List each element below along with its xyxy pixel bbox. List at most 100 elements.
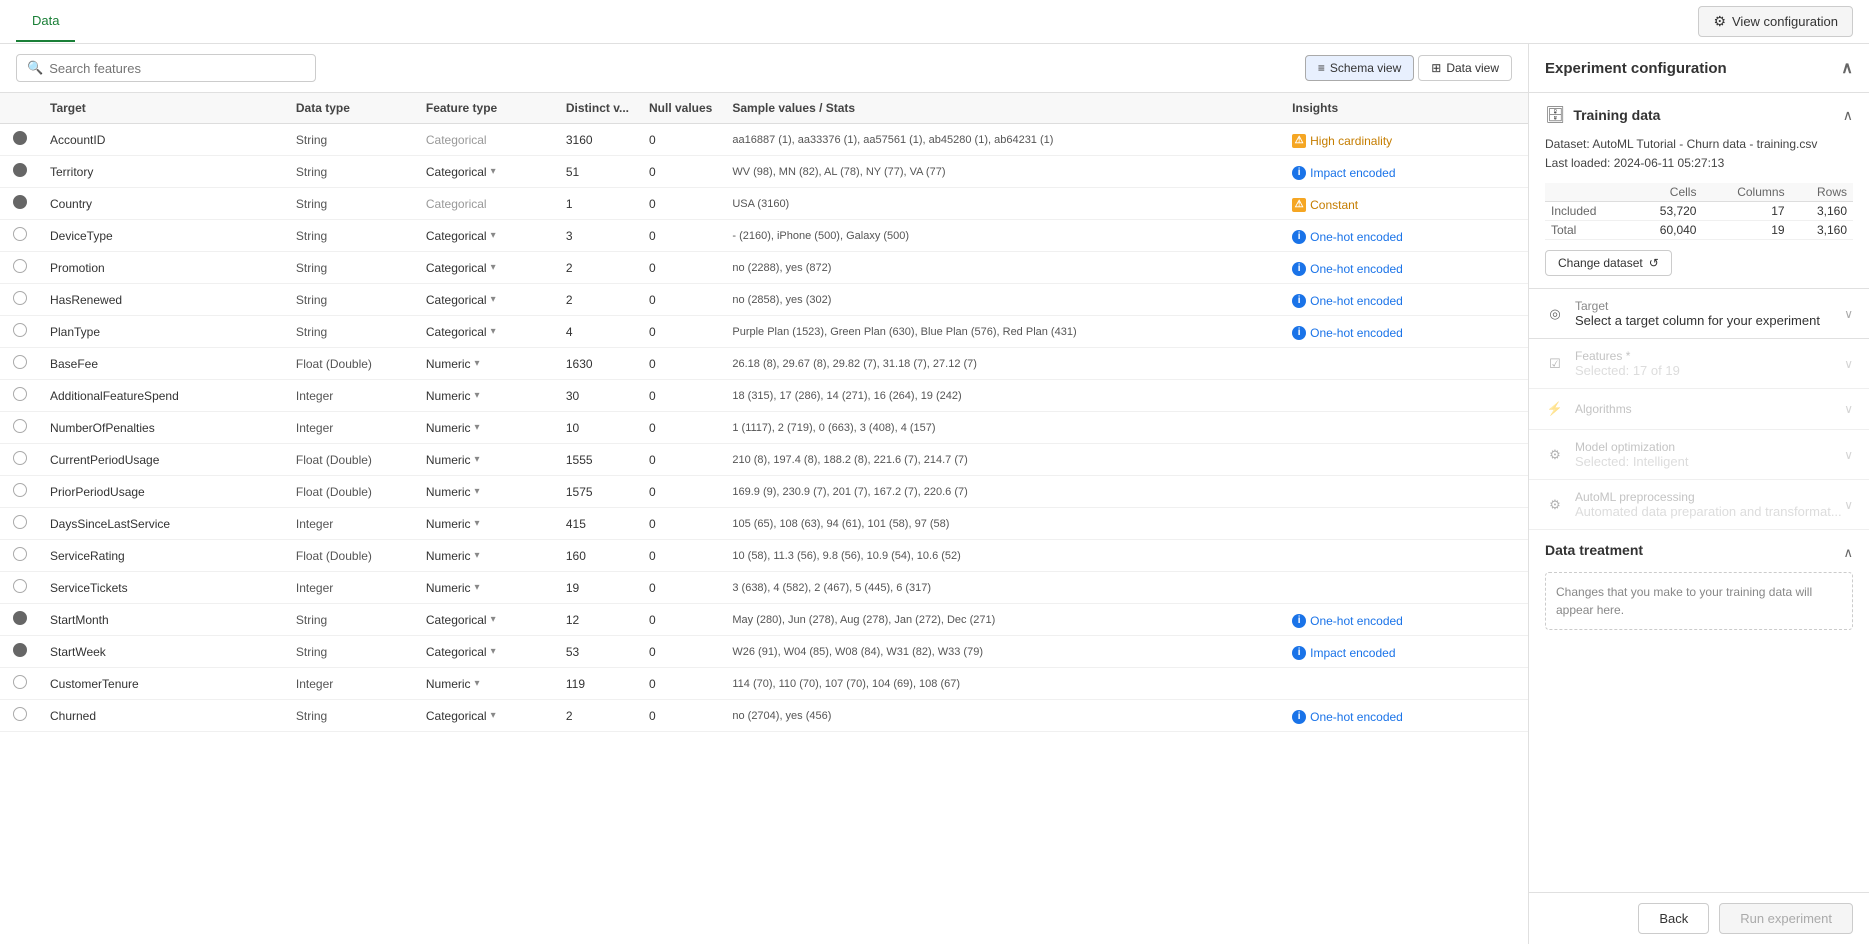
target-radio[interactable] bbox=[13, 515, 27, 529]
target-radio[interactable] bbox=[13, 323, 27, 337]
ftype-chevron-icon[interactable]: ▾ bbox=[475, 550, 480, 561]
target-cell[interactable] bbox=[0, 284, 40, 316]
ftype-chevron-icon[interactable]: ▾ bbox=[475, 422, 480, 433]
target-cell[interactable] bbox=[0, 668, 40, 700]
target-radio[interactable] bbox=[13, 387, 27, 401]
target-cell[interactable] bbox=[0, 636, 40, 668]
ftype-chevron-icon[interactable]: ▾ bbox=[491, 646, 496, 657]
target-radio[interactable] bbox=[13, 451, 27, 465]
target-cell[interactable] bbox=[0, 508, 40, 540]
sample-cell: no (2288), yes (872) bbox=[722, 252, 1282, 284]
dtype-cell: Float (Double) bbox=[286, 444, 416, 476]
ftype-cell[interactable]: Categorical▾ bbox=[416, 252, 556, 284]
ftype-cell[interactable]: Categorical▾ bbox=[416, 220, 556, 252]
model-opt-icon: ⚙ bbox=[1545, 445, 1565, 465]
target-cell[interactable] bbox=[0, 444, 40, 476]
ftype-chevron-icon[interactable]: ▾ bbox=[491, 230, 496, 241]
ftype-chevron-icon[interactable]: ▾ bbox=[491, 710, 496, 721]
search-input[interactable] bbox=[49, 61, 305, 76]
target-cell[interactable] bbox=[0, 252, 40, 284]
ftype-cell[interactable]: Categorical▾ bbox=[416, 284, 556, 316]
ftype-cell[interactable]: Categorical▾ bbox=[416, 700, 556, 732]
target-radio[interactable] bbox=[13, 579, 27, 593]
target-radio[interactable] bbox=[13, 163, 27, 177]
target-radio[interactable] bbox=[13, 227, 27, 241]
ftype-chevron-icon[interactable]: ▾ bbox=[491, 294, 496, 305]
ftype-chevron-icon[interactable]: ▾ bbox=[491, 262, 496, 273]
view-config-label: View configuration bbox=[1732, 14, 1838, 29]
view-config-button[interactable]: ⚙ View configuration bbox=[1698, 6, 1853, 37]
target-cell[interactable] bbox=[0, 476, 40, 508]
dtype-cell: String bbox=[286, 220, 416, 252]
ftype-chevron-icon[interactable]: ▾ bbox=[475, 454, 480, 465]
back-button[interactable]: Back bbox=[1638, 903, 1709, 934]
target-radio[interactable] bbox=[13, 131, 27, 145]
target-cell[interactable] bbox=[0, 604, 40, 636]
target-radio[interactable] bbox=[13, 675, 27, 689]
change-dataset-button[interactable]: Change dataset ↺ bbox=[1545, 250, 1672, 276]
target-radio[interactable] bbox=[13, 483, 27, 497]
target-radio[interactable] bbox=[13, 707, 27, 721]
ftype-cell[interactable]: Numeric▾ bbox=[416, 444, 556, 476]
info-icon: i bbox=[1292, 262, 1306, 276]
target-radio[interactable] bbox=[13, 643, 27, 657]
ftype-chevron-icon[interactable]: ▾ bbox=[475, 390, 480, 401]
target-cell[interactable] bbox=[0, 540, 40, 572]
ftype-cell[interactable]: Numeric▾ bbox=[416, 380, 556, 412]
target-cell[interactable] bbox=[0, 316, 40, 348]
ftype-cell[interactable]: Categorical▾ bbox=[416, 636, 556, 668]
ftype-cell[interactable]: Numeric▾ bbox=[416, 476, 556, 508]
table-row: AdditionalFeatureSpendIntegerNumeric▾300… bbox=[0, 380, 1528, 412]
ftype-chevron-icon[interactable]: ▾ bbox=[491, 614, 496, 625]
target-radio[interactable] bbox=[13, 259, 27, 273]
ftype-cell[interactable]: Numeric▾ bbox=[416, 508, 556, 540]
target-radio[interactable] bbox=[13, 419, 27, 433]
target-cell[interactable] bbox=[0, 188, 40, 220]
ftype-chevron-icon[interactable]: ▾ bbox=[475, 358, 480, 369]
ftype-chevron-icon[interactable]: ▾ bbox=[475, 678, 480, 689]
ftype-cell[interactable]: Numeric▾ bbox=[416, 572, 556, 604]
target-radio[interactable] bbox=[13, 547, 27, 561]
target-cell[interactable] bbox=[0, 220, 40, 252]
training-data-collapse-icon[interactable]: ∧ bbox=[1843, 107, 1853, 124]
ftype-chevron-icon[interactable]: ▾ bbox=[491, 166, 496, 177]
config-item-target[interactable]: ◎TargetSelect a target column for your e… bbox=[1529, 289, 1869, 339]
target-radio[interactable] bbox=[13, 291, 27, 305]
schema-view-button[interactable]: ≡ Schema view bbox=[1305, 55, 1414, 81]
automl-icon: ⚙ bbox=[1545, 495, 1565, 515]
target-cell[interactable] bbox=[0, 700, 40, 732]
dtype-cell: Integer bbox=[286, 508, 416, 540]
distinct-cell: 2 bbox=[556, 700, 639, 732]
target-cell[interactable] bbox=[0, 348, 40, 380]
config-item-model-optimization[interactable]: ⚙Model optimizationSelected: Intelligent… bbox=[1529, 430, 1869, 480]
ftype-cell[interactable]: Categorical▾ bbox=[416, 604, 556, 636]
ftype-cell[interactable]: Categorical▾ bbox=[416, 156, 556, 188]
config-item-algorithms[interactable]: ⚡Algorithms∨ bbox=[1529, 389, 1869, 430]
ftype-cell[interactable]: Numeric▾ bbox=[416, 348, 556, 380]
ftype-chevron-icon[interactable]: ▾ bbox=[475, 518, 480, 529]
target-radio[interactable] bbox=[13, 355, 27, 369]
data-view-button[interactable]: ⊞ Data view bbox=[1418, 55, 1512, 81]
target-cell[interactable] bbox=[0, 156, 40, 188]
tab-data[interactable]: Data bbox=[16, 1, 75, 42]
target-cell[interactable] bbox=[0, 124, 40, 156]
ftype-cell[interactable]: Categorical▾ bbox=[416, 316, 556, 348]
ftype-cell[interactable]: Numeric▾ bbox=[416, 668, 556, 700]
target-cell[interactable] bbox=[0, 412, 40, 444]
ftype-cell[interactable]: Numeric▾ bbox=[416, 412, 556, 444]
target-radio[interactable] bbox=[13, 195, 27, 209]
config-item-automl-preprocessing[interactable]: ⚙AutoML preprocessingAutomated data prep… bbox=[1529, 480, 1869, 530]
data-treatment-collapse-icon[interactable]: ∧ bbox=[1843, 545, 1853, 561]
panel-collapse-icon[interactable]: ∧ bbox=[1841, 58, 1853, 78]
info-icon: i bbox=[1292, 614, 1306, 628]
ftype-chevron-icon[interactable]: ▾ bbox=[475, 486, 480, 497]
target-cell[interactable] bbox=[0, 380, 40, 412]
ftype-chevron-icon[interactable]: ▾ bbox=[491, 326, 496, 337]
config-item-features[interactable]: ☑Features *Selected: 17 of 19∨ bbox=[1529, 339, 1869, 389]
ftype-chevron-icon[interactable]: ▾ bbox=[475, 582, 480, 593]
target-cell[interactable] bbox=[0, 572, 40, 604]
run-experiment-button[interactable]: Run experiment bbox=[1719, 903, 1853, 934]
target-radio[interactable] bbox=[13, 611, 27, 625]
dtype-cell: String bbox=[286, 156, 416, 188]
ftype-cell[interactable]: Numeric▾ bbox=[416, 540, 556, 572]
